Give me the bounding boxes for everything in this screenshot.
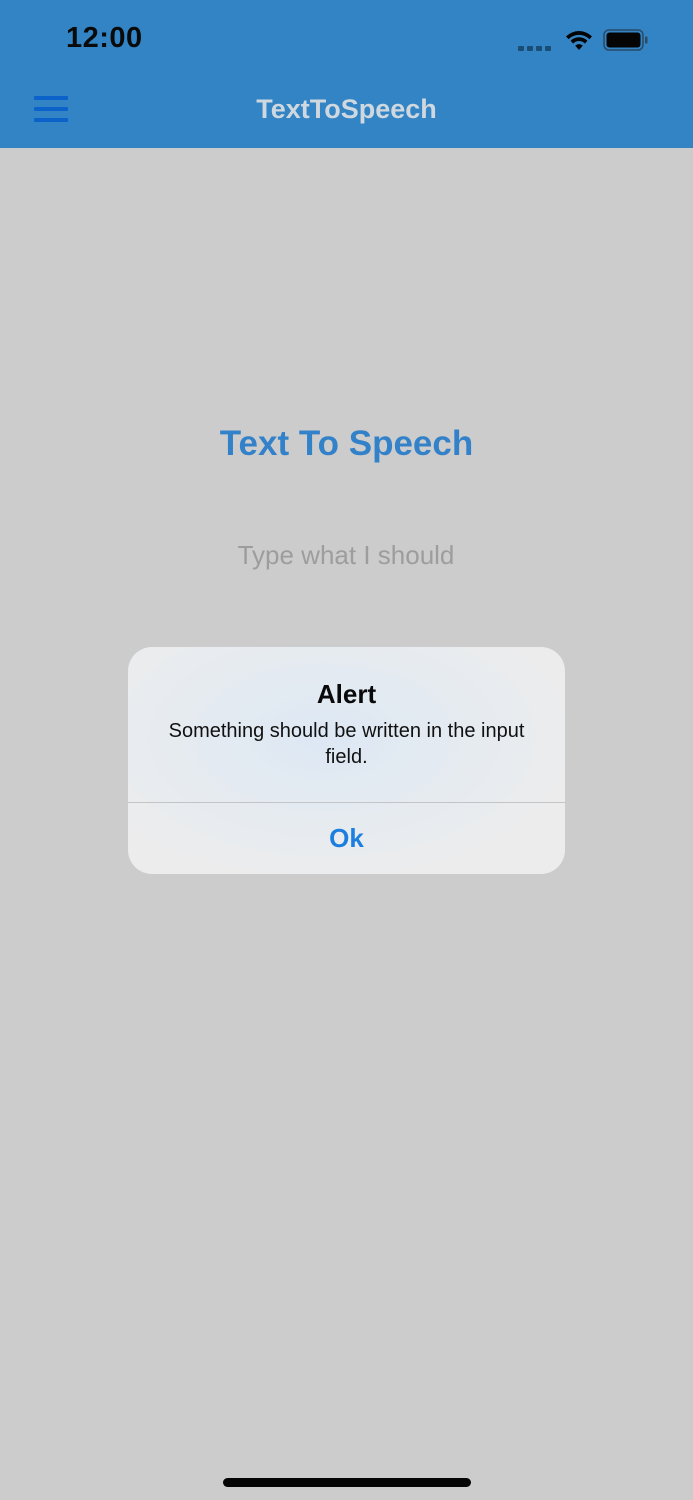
home-indicator [223, 1478, 471, 1487]
alert-title: Alert [316, 679, 377, 709]
status-time: 12:00 [66, 22, 143, 54]
battery-icon [603, 29, 648, 51]
app-header: 12:00 TextToSpeech [0, 0, 693, 148]
alert-ok-button[interactable]: Ok [128, 803, 565, 874]
speech-text-input[interactable] [146, 530, 546, 580]
alert-message: Something should be written in the input… [168, 720, 525, 768]
alert-dialog: Alert Something should be written in the… [128, 647, 565, 874]
page-heading: Text To Speech [219, 424, 474, 463]
status-icons [518, 24, 649, 56]
wifi-icon [566, 31, 592, 50]
nav-title: TextToSpeech [256, 94, 437, 124]
cellular-signal-icon [518, 29, 551, 51]
